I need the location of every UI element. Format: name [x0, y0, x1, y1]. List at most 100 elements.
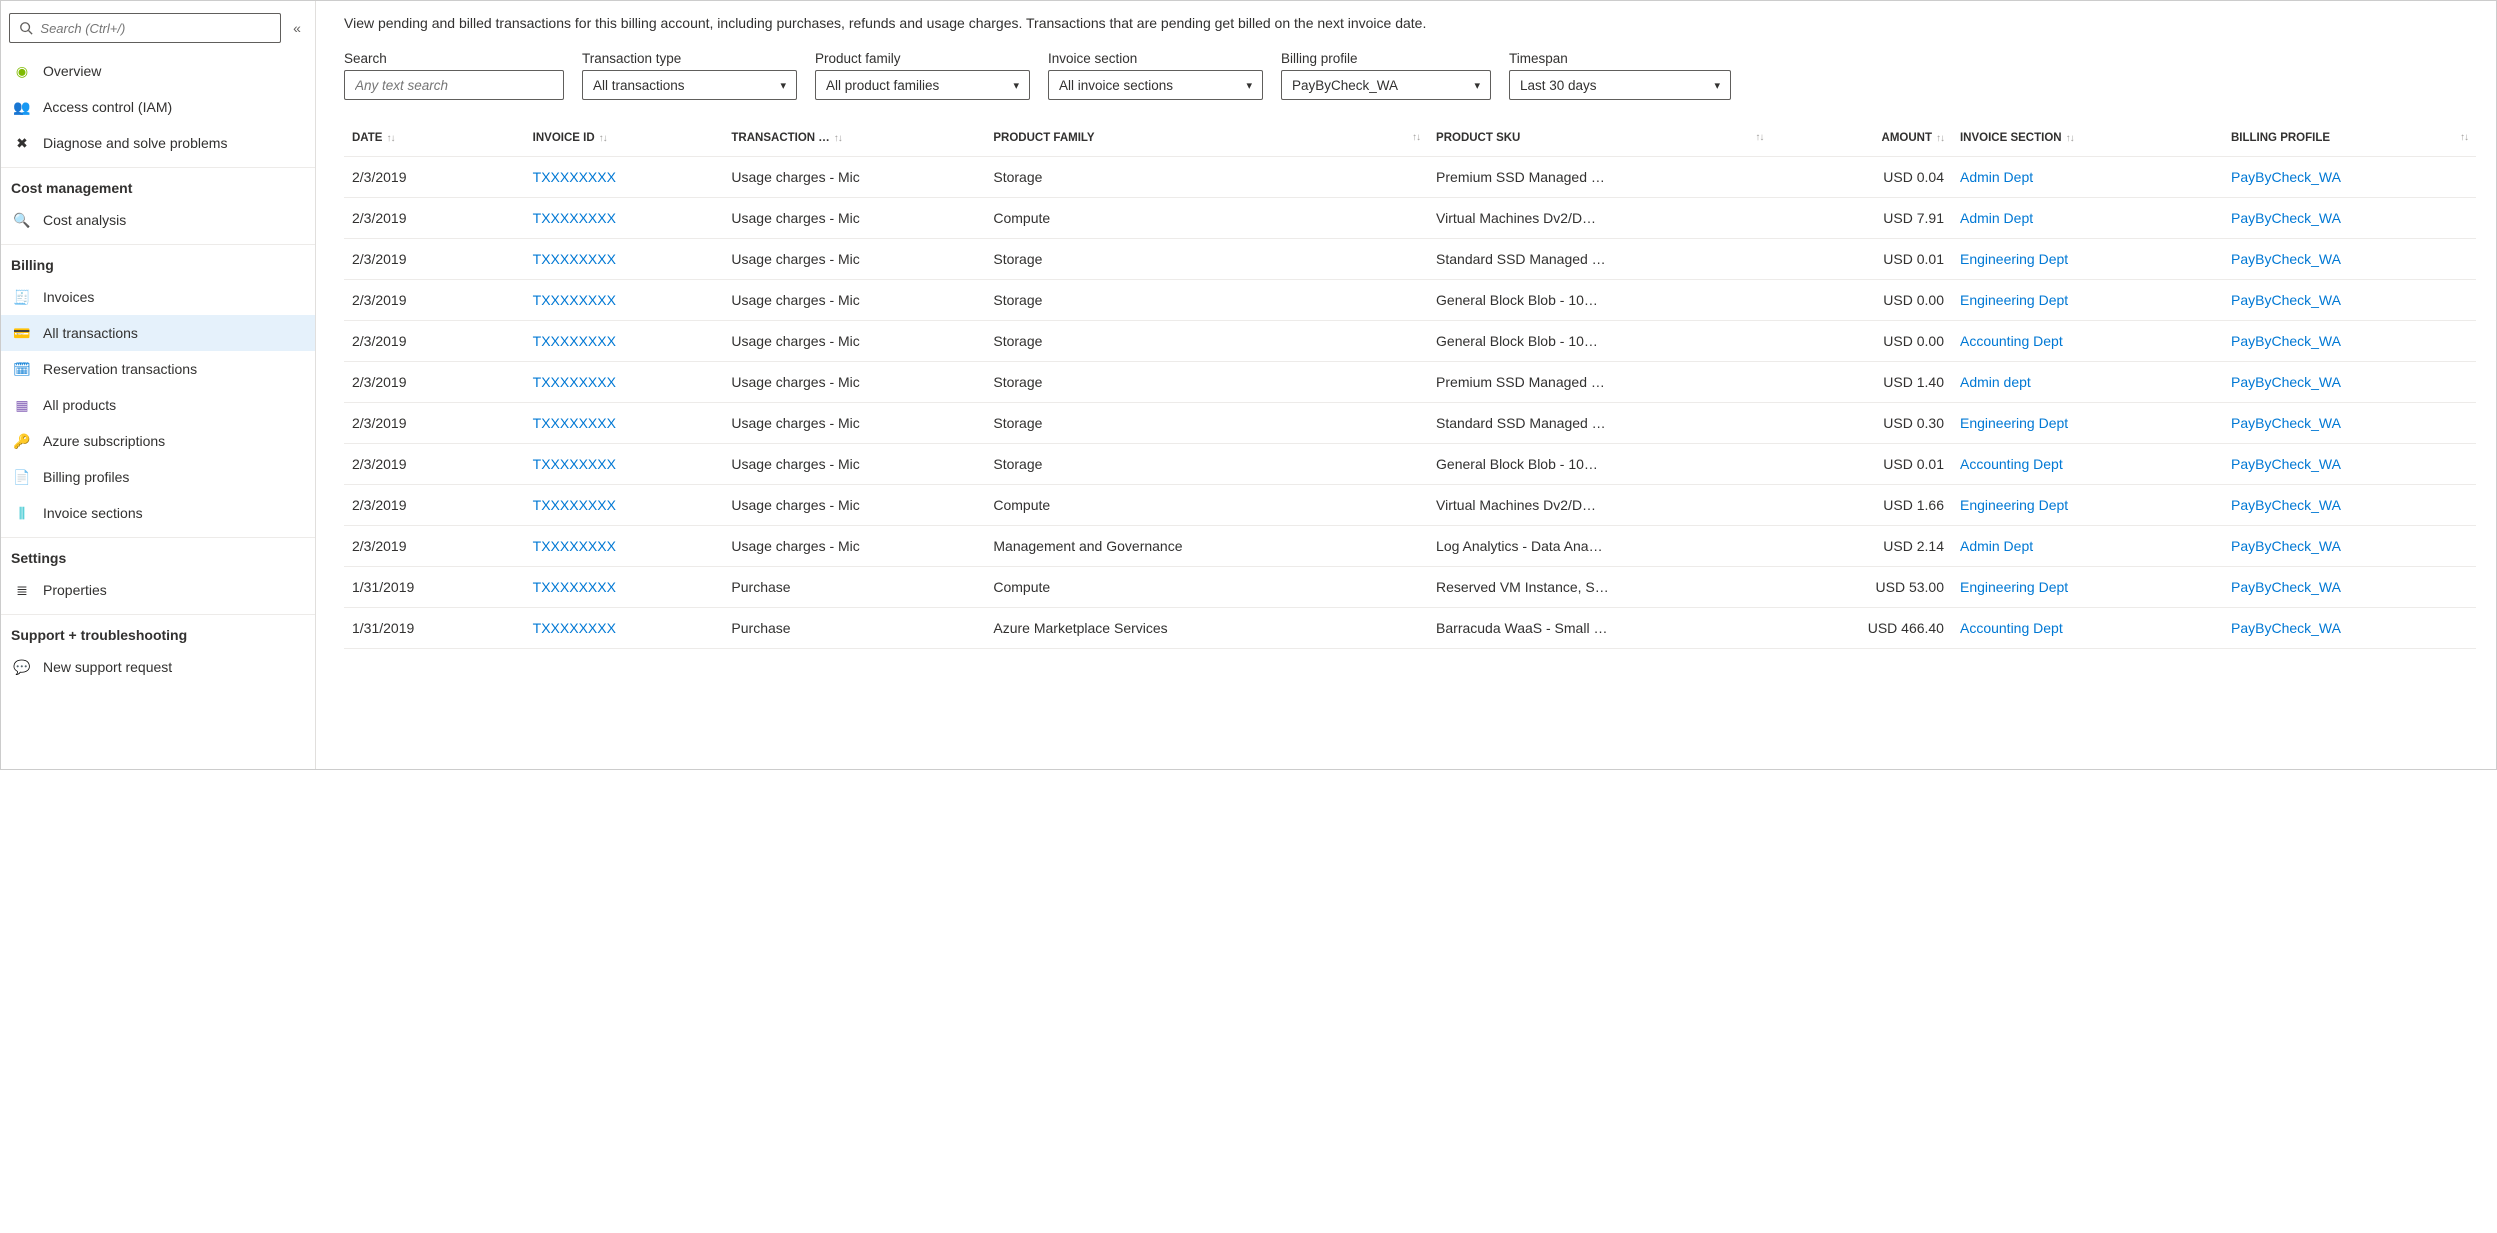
- cell-billing-profile-link[interactable]: PayByCheck_WA: [2231, 251, 2341, 267]
- cell-invoice-id-link[interactable]: TXXXXXXXX: [533, 579, 616, 595]
- cell-billing-profile-link[interactable]: PayByCheck_WA: [2231, 415, 2341, 431]
- cell-billing-profile-link[interactable]: PayByCheck_WA: [2231, 538, 2341, 554]
- col-header-billing-profile[interactable]: BILLING PROFILE↑↓: [2223, 122, 2476, 157]
- cell-invoice-section-link[interactable]: Admin Dept: [1960, 169, 2033, 185]
- table-row[interactable]: 2/3/2019TXXXXXXXXUsage charges - MicStor…: [344, 157, 2476, 198]
- filter-transaction-type[interactable]: All transactions ▾: [582, 70, 797, 100]
- cell-billing-profile[interactable]: PayByCheck_WA: [2223, 567, 2476, 608]
- cell-invoice-section-link[interactable]: Accounting Dept: [1960, 620, 2063, 636]
- cell-invoice-section[interactable]: Accounting Dept: [1952, 321, 2223, 362]
- cell-invoice-section-link[interactable]: Engineering Dept: [1960, 579, 2068, 595]
- cell-billing-profile[interactable]: PayByCheck_WA: [2223, 485, 2476, 526]
- sidebar-item-invoice-sections[interactable]: ⫼Invoice sections: [1, 495, 315, 531]
- cell-invoice-id[interactable]: TXXXXXXXX: [525, 280, 724, 321]
- cell-invoice-id[interactable]: TXXXXXXXX: [525, 444, 724, 485]
- sidebar-item-overview[interactable]: ◉Overview: [1, 53, 315, 89]
- cell-invoice-section-link[interactable]: Admin Dept: [1960, 210, 2033, 226]
- cell-billing-profile[interactable]: PayByCheck_WA: [2223, 239, 2476, 280]
- col-header-invoice-section[interactable]: INVOICE SECTION↑↓: [1952, 122, 2223, 157]
- cell-billing-profile-link[interactable]: PayByCheck_WA: [2231, 374, 2341, 390]
- sidebar-item-cost-analysis[interactable]: 🔍Cost analysis: [1, 202, 315, 238]
- collapse-sidebar-button[interactable]: «: [287, 20, 307, 36]
- table-row[interactable]: 2/3/2019TXXXXXXXXUsage charges - MicComp…: [344, 198, 2476, 239]
- cell-billing-profile[interactable]: PayByCheck_WA: [2223, 444, 2476, 485]
- sidebar-item-properties[interactable]: ≣Properties: [1, 572, 315, 608]
- cell-billing-profile-link[interactable]: PayByCheck_WA: [2231, 620, 2341, 636]
- cell-invoice-id-link[interactable]: TXXXXXXXX: [533, 251, 616, 267]
- cell-billing-profile-link[interactable]: PayByCheck_WA: [2231, 210, 2341, 226]
- cell-invoice-section[interactable]: Accounting Dept: [1952, 608, 2223, 649]
- cell-invoice-id-link[interactable]: TXXXXXXXX: [533, 497, 616, 513]
- cell-invoice-section[interactable]: Engineering Dept: [1952, 280, 2223, 321]
- cell-invoice-id-link[interactable]: TXXXXXXXX: [533, 620, 616, 636]
- cell-invoice-id[interactable]: TXXXXXXXX: [525, 198, 724, 239]
- sidebar-search-input[interactable]: [40, 21, 272, 36]
- cell-invoice-section-link[interactable]: Engineering Dept: [1960, 497, 2068, 513]
- cell-invoice-section[interactable]: Admin dept: [1952, 362, 2223, 403]
- col-header-amount[interactable]: AMOUNT↑↓: [1771, 122, 1952, 157]
- table-row[interactable]: 2/3/2019TXXXXXXXXUsage charges - MicStor…: [344, 403, 2476, 444]
- filter-search-input[interactable]: [355, 78, 553, 93]
- col-header-invoice-id[interactable]: INVOICE ID↑↓: [525, 122, 724, 157]
- cell-invoice-id[interactable]: TXXXXXXXX: [525, 526, 724, 567]
- table-row[interactable]: 2/3/2019TXXXXXXXXUsage charges - MicStor…: [344, 444, 2476, 485]
- cell-billing-profile[interactable]: PayByCheck_WA: [2223, 608, 2476, 649]
- table-row[interactable]: 2/3/2019TXXXXXXXXUsage charges - MicComp…: [344, 485, 2476, 526]
- cell-invoice-id-link[interactable]: TXXXXXXXX: [533, 292, 616, 308]
- cell-invoice-section[interactable]: Accounting Dept: [1952, 444, 2223, 485]
- cell-invoice-id[interactable]: TXXXXXXXX: [525, 403, 724, 444]
- sidebar-item-diagnose-and-solve-problems[interactable]: ✖Diagnose and solve problems: [1, 125, 315, 161]
- cell-invoice-id[interactable]: TXXXXXXXX: [525, 485, 724, 526]
- table-row[interactable]: 2/3/2019TXXXXXXXXUsage charges - MicStor…: [344, 239, 2476, 280]
- cell-invoice-section[interactable]: Admin Dept: [1952, 526, 2223, 567]
- sidebar-item-all-transactions[interactable]: 💳All transactions: [1, 315, 315, 351]
- sidebar-item-access-control-iam-[interactable]: 👥Access control (IAM): [1, 89, 315, 125]
- col-header-product-family[interactable]: PRODUCT FAMILY↑↓: [985, 122, 1428, 157]
- cell-invoice-section-link[interactable]: Engineering Dept: [1960, 251, 2068, 267]
- sidebar-search[interactable]: [9, 13, 281, 43]
- cell-invoice-id-link[interactable]: TXXXXXXXX: [533, 456, 616, 472]
- cell-invoice-section-link[interactable]: Admin Dept: [1960, 538, 2033, 554]
- cell-billing-profile[interactable]: PayByCheck_WA: [2223, 198, 2476, 239]
- table-row[interactable]: 2/3/2019TXXXXXXXXUsage charges - MicMana…: [344, 526, 2476, 567]
- col-header-transaction[interactable]: TRANSACTION …↑↓: [723, 122, 985, 157]
- table-row[interactable]: 2/3/2019TXXXXXXXXUsage charges - MicStor…: [344, 362, 2476, 403]
- table-row[interactable]: 1/31/2019TXXXXXXXXPurchaseComputeReserve…: [344, 567, 2476, 608]
- cell-invoice-section-link[interactable]: Accounting Dept: [1960, 456, 2063, 472]
- cell-billing-profile[interactable]: PayByCheck_WA: [2223, 403, 2476, 444]
- cell-invoice-id[interactable]: TXXXXXXXX: [525, 321, 724, 362]
- cell-billing-profile-link[interactable]: PayByCheck_WA: [2231, 456, 2341, 472]
- filter-billing-profile[interactable]: PayByCheck_WA ▾: [1281, 70, 1491, 100]
- cell-invoice-section-link[interactable]: Engineering Dept: [1960, 292, 2068, 308]
- cell-invoice-id[interactable]: TXXXXXXXX: [525, 239, 724, 280]
- sidebar-item-azure-subscriptions[interactable]: 🔑Azure subscriptions: [1, 423, 315, 459]
- cell-invoice-section[interactable]: Engineering Dept: [1952, 403, 2223, 444]
- cell-invoice-section[interactable]: Engineering Dept: [1952, 239, 2223, 280]
- cell-invoice-section[interactable]: Admin Dept: [1952, 198, 2223, 239]
- cell-billing-profile[interactable]: PayByCheck_WA: [2223, 362, 2476, 403]
- sidebar-item-new-support-request[interactable]: 💬New support request: [1, 649, 315, 685]
- cell-invoice-section-link[interactable]: Accounting Dept: [1960, 333, 2063, 349]
- cell-invoice-section[interactable]: Engineering Dept: [1952, 485, 2223, 526]
- cell-invoice-id[interactable]: TXXXXXXXX: [525, 362, 724, 403]
- cell-billing-profile-link[interactable]: PayByCheck_WA: [2231, 333, 2341, 349]
- table-row[interactable]: 1/31/2019TXXXXXXXXPurchaseAzure Marketpl…: [344, 608, 2476, 649]
- cell-invoice-id-link[interactable]: TXXXXXXXX: [533, 169, 616, 185]
- cell-invoice-section[interactable]: Admin Dept: [1952, 157, 2223, 198]
- cell-invoice-id-link[interactable]: TXXXXXXXX: [533, 374, 616, 390]
- sidebar-item-invoices[interactable]: 🧾Invoices: [1, 279, 315, 315]
- cell-billing-profile-link[interactable]: PayByCheck_WA: [2231, 169, 2341, 185]
- cell-invoice-id[interactable]: TXXXXXXXX: [525, 608, 724, 649]
- cell-invoice-section-link[interactable]: Engineering Dept: [1960, 415, 2068, 431]
- cell-invoice-section-link[interactable]: Admin dept: [1960, 374, 2031, 390]
- cell-invoice-id[interactable]: TXXXXXXXX: [525, 157, 724, 198]
- cell-billing-profile[interactable]: PayByCheck_WA: [2223, 157, 2476, 198]
- cell-billing-profile-link[interactable]: PayByCheck_WA: [2231, 579, 2341, 595]
- cell-invoice-id-link[interactable]: TXXXXXXXX: [533, 333, 616, 349]
- cell-billing-profile[interactable]: PayByCheck_WA: [2223, 321, 2476, 362]
- cell-billing-profile[interactable]: PayByCheck_WA: [2223, 526, 2476, 567]
- col-header-date[interactable]: DATE↑↓: [344, 122, 525, 157]
- filter-invoice-section[interactable]: All invoice sections ▾: [1048, 70, 1263, 100]
- sidebar-item-reservation-transactions[interactable]: 🗓Reservation transactions: [1, 351, 315, 387]
- cell-billing-profile-link[interactable]: PayByCheck_WA: [2231, 292, 2341, 308]
